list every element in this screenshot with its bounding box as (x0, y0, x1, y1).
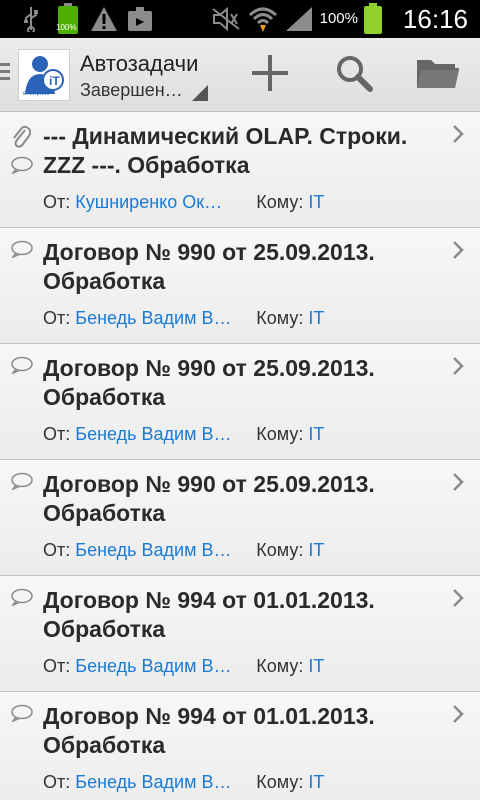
list-item[interactable]: Договор № 990 от 25.09.2013. Обработка О… (0, 460, 480, 576)
comment-icon (10, 472, 34, 495)
comment-icon (10, 240, 34, 263)
from-label: От: (43, 540, 71, 560)
filter-selector[interactable]: Завершенные (80, 80, 188, 101)
mute-icon (210, 0, 242, 38)
list-item[interactable]: Договор № 990 от 25.09.2013. Обработка О… (0, 344, 480, 460)
to-label: Кому: (256, 772, 304, 792)
task-meta: От: Бенедь Вадим В… Кому: IT (43, 540, 324, 561)
task-meta: От: Кушниренко Ок… Кому: IT (43, 192, 324, 213)
to-label: Кому: (256, 540, 304, 560)
list-item[interactable]: Договор № 994 от 01.01.2013. Обработка О… (0, 692, 480, 800)
chevron-right-icon (452, 124, 464, 149)
svg-text:iT: iT (49, 74, 60, 88)
task-list: --- Динамический OLAP. Строки. ZZZ ---. … (0, 112, 480, 800)
from-label: От: (43, 192, 71, 212)
battery-small-icon (56, 0, 80, 38)
action-bar: iT enterprise Автозадачи Завершенные (0, 38, 480, 112)
chevron-right-icon (452, 356, 464, 381)
task-meta: От: Бенедь Вадим В… Кому: IT (43, 772, 324, 793)
folder-button[interactable] (410, 48, 466, 102)
list-item[interactable]: Договор № 990 от 25.09.2013. Обработка О… (0, 228, 480, 344)
chevron-right-icon (452, 240, 464, 265)
comment-icon (10, 588, 34, 611)
from-label: От: (43, 308, 71, 328)
from-label: От: (43, 424, 71, 444)
from-value[interactable]: Бенедь Вадим В… (75, 424, 251, 445)
task-title: --- Динамический OLAP. Строки. ZZZ ---. … (43, 123, 408, 178)
comment-icon (10, 356, 34, 379)
comment-icon (10, 156, 34, 179)
search-icon (335, 54, 373, 97)
list-item[interactable]: --- Динамический OLAP. Строки. ZZZ ---. … (0, 112, 480, 228)
to-value[interactable]: IT (308, 540, 324, 560)
battery-icon (362, 0, 384, 38)
to-label: Кому: (256, 424, 304, 444)
attachment-icon (11, 124, 32, 155)
battery-percent: 100% (319, 10, 358, 27)
add-button[interactable] (242, 48, 298, 102)
to-value[interactable]: IT (308, 424, 324, 444)
chevron-right-icon (452, 704, 464, 729)
logo-caption: enterprise (23, 91, 50, 97)
comment-icon (10, 704, 34, 727)
task-meta: От: Бенедь Вадим В… Кому: IT (43, 308, 324, 329)
from-label: От: (43, 772, 71, 792)
search-button[interactable] (326, 48, 382, 102)
from-value[interactable]: Кушниренко Ок… (75, 192, 251, 213)
to-label: Кому: (256, 656, 304, 676)
add-icon (251, 54, 289, 97)
task-title: Договор № 994 от 01.01.2013. Обработка (43, 587, 375, 642)
from-label: От: (43, 656, 71, 676)
chevron-right-icon (452, 472, 464, 497)
app-logo[interactable]: iT enterprise (18, 49, 70, 101)
task-title: Договор № 994 от 01.01.2013. Обработка (43, 703, 375, 758)
wifi-icon (248, 0, 278, 38)
status-bar: 100% 100% 16:16 (0, 0, 480, 38)
clock: 16:16 (402, 4, 468, 34)
folder-icon (415, 56, 461, 95)
task-title: Договор № 990 от 25.09.2013. Обработка (43, 471, 375, 526)
to-value[interactable]: IT (308, 192, 324, 212)
to-label: Кому: (256, 192, 304, 212)
task-meta: От: Бенедь Вадим В… Кому: IT (43, 656, 324, 677)
from-value[interactable]: Бенедь Вадим В… (75, 772, 251, 793)
signal-icon (283, 0, 315, 38)
usb-icon (20, 0, 42, 38)
list-item[interactable]: Договор № 994 от 01.01.2013. Обработка О… (0, 576, 480, 692)
task-title: Договор № 990 от 25.09.2013. Обработка (43, 239, 375, 294)
from-value[interactable]: Бенедь Вадим В… (75, 540, 251, 561)
menu-icon[interactable] (0, 63, 10, 83)
to-label: Кому: (256, 308, 304, 328)
from-value[interactable]: Бенедь Вадим В… (75, 656, 251, 677)
task-meta: От: Бенедь Вадим В… Кому: IT (43, 424, 324, 445)
battery-small-percent: 100% (56, 23, 77, 32)
screen-title[interactable]: Автозадачи (80, 51, 200, 77)
task-title: Договор № 990 от 25.09.2013. Обработка (43, 355, 375, 410)
warning-icon (89, 0, 119, 38)
to-value[interactable]: IT (308, 656, 324, 676)
dropdown-corner-icon (192, 85, 208, 101)
chevron-right-icon (452, 588, 464, 613)
from-value[interactable]: Бенедь Вадим В… (75, 308, 251, 329)
to-value[interactable]: IT (308, 772, 324, 792)
to-value[interactable]: IT (308, 308, 324, 328)
download-icon (125, 0, 155, 38)
